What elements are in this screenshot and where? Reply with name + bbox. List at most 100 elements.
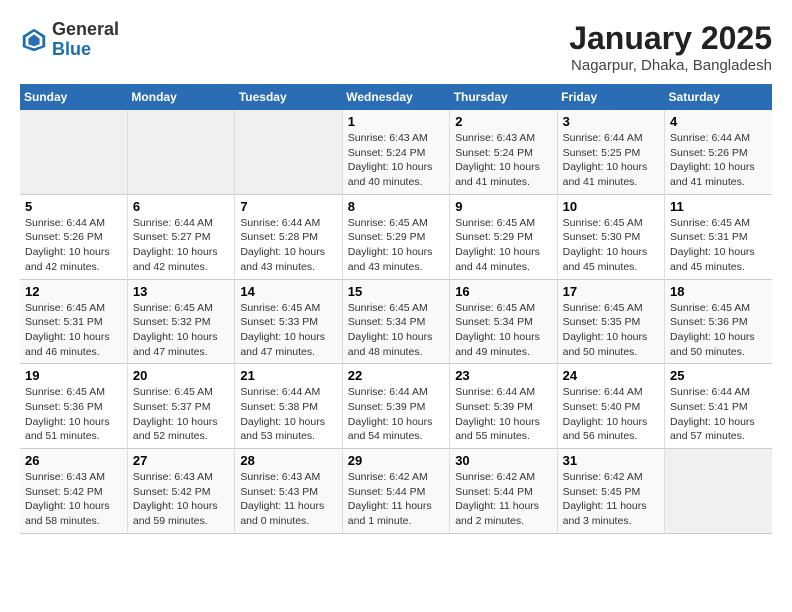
weekday-header-friday: Friday <box>557 84 664 110</box>
calendar-cell: 9 Sunrise: 6:45 AMSunset: 5:29 PMDaylight… <box>450 194 557 279</box>
weekday-header-row: SundayMondayTuesdayWednesdayThursdayFrid… <box>20 84 772 110</box>
day-number: 2 <box>455 114 551 129</box>
cell-content: Sunrise: 6:45 AMSunset: 5:31 PMDaylight:… <box>670 216 767 275</box>
weekday-header-thursday: Thursday <box>450 84 557 110</box>
day-number: 10 <box>563 199 659 214</box>
day-number: 29 <box>348 453 444 468</box>
cell-content: Sunrise: 6:45 AMSunset: 5:34 PMDaylight:… <box>348 301 444 360</box>
logo-icon <box>20 26 48 54</box>
day-number: 26 <box>25 453 122 468</box>
cell-content: Sunrise: 6:45 AMSunset: 5:31 PMDaylight:… <box>25 301 122 360</box>
day-number: 25 <box>670 368 767 383</box>
calendar-cell: 2 Sunrise: 6:43 AMSunset: 5:24 PMDaylight… <box>450 110 557 194</box>
calendar-cell: 13Sunrise: 6:45 AMSunset: 5:32 PMDayligh… <box>127 279 234 364</box>
calendar-cell <box>235 110 342 194</box>
cell-content: Sunrise: 6:44 AMSunset: 5:40 PMDaylight:… <box>563 385 659 444</box>
page-header: General Blue January 2025 Nagarpur, Dhak… <box>20 20 772 74</box>
calendar-week-row: 5 Sunrise: 6:44 AMSunset: 5:26 PMDaylight… <box>20 194 772 279</box>
cell-content: Sunrise: 6:45 AMSunset: 5:32 PMDaylight:… <box>133 301 229 360</box>
cell-content: Sunrise: 6:44 AMSunset: 5:41 PMDaylight:… <box>670 385 767 444</box>
cell-content: Sunrise: 6:44 AMSunset: 5:26 PMDaylight:… <box>25 216 122 275</box>
weekday-header-tuesday: Tuesday <box>235 84 342 110</box>
calendar-cell: 31Sunrise: 6:42 AMSunset: 5:45 PMDayligh… <box>557 449 664 534</box>
calendar-cell <box>20 110 127 194</box>
cell-content: Sunrise: 6:42 AMSunset: 5:45 PMDaylight:… <box>563 470 659 529</box>
month-year-title: January 2025 <box>569 20 772 57</box>
calendar-cell: 7 Sunrise: 6:44 AMSunset: 5:28 PMDaylight… <box>235 194 342 279</box>
cell-content: Sunrise: 6:45 AMSunset: 5:35 PMDaylight:… <box>563 301 659 360</box>
day-number: 12 <box>25 284 122 299</box>
cell-content: Sunrise: 6:43 AMSunset: 5:42 PMDaylight:… <box>133 470 229 529</box>
day-number: 8 <box>348 199 444 214</box>
calendar-cell: 20Sunrise: 6:45 AMSunset: 5:37 PMDayligh… <box>127 364 234 449</box>
day-number: 16 <box>455 284 551 299</box>
calendar-cell: 18Sunrise: 6:45 AMSunset: 5:36 PMDayligh… <box>665 279 772 364</box>
calendar-cell: 24 Sunrise: 6:44 AMSunset: 5:40 PMDayligh… <box>557 364 664 449</box>
calendar-cell: 25 Sunrise: 6:44 AMSunset: 5:41 PMDayligh… <box>665 364 772 449</box>
cell-content: Sunrise: 6:45 AMSunset: 5:29 PMDaylight:… <box>455 216 551 275</box>
calendar-cell: 21 Sunrise: 6:44 AMSunset: 5:38 PMDayligh… <box>235 364 342 449</box>
cell-content: Sunrise: 6:43 AMSunset: 5:24 PMDaylight:… <box>455 131 551 190</box>
cell-content: Sunrise: 6:45 AMSunset: 5:33 PMDaylight:… <box>240 301 336 360</box>
calendar-cell: 27Sunrise: 6:43 AMSunset: 5:42 PMDayligh… <box>127 449 234 534</box>
calendar-cell: 29 Sunrise: 6:42 AMSunset: 5:44 PMDayligh… <box>342 449 449 534</box>
calendar-cell: 22Sunrise: 6:44 AMSunset: 5:39 PMDayligh… <box>342 364 449 449</box>
calendar-cell: 16Sunrise: 6:45 AMSunset: 5:34 PMDayligh… <box>450 279 557 364</box>
day-number: 28 <box>240 453 336 468</box>
calendar-cell: 12 Sunrise: 6:45 AMSunset: 5:31 PMDayligh… <box>20 279 127 364</box>
calendar-cell: 19 Sunrise: 6:45 AMSunset: 5:36 PMDayligh… <box>20 364 127 449</box>
cell-content: Sunrise: 6:44 AMSunset: 5:39 PMDaylight:… <box>455 385 551 444</box>
cell-content: Sunrise: 6:44 AMSunset: 5:38 PMDaylight:… <box>240 385 336 444</box>
day-number: 9 <box>455 199 551 214</box>
calendar-cell: 6 Sunrise: 6:44 AMSunset: 5:27 PMDaylight… <box>127 194 234 279</box>
calendar-cell: 14 Sunrise: 6:45 AMSunset: 5:33 PMDayligh… <box>235 279 342 364</box>
calendar-cell: 4 Sunrise: 6:44 AMSunset: 5:26 PMDaylight… <box>665 110 772 194</box>
day-number: 20 <box>133 368 229 383</box>
calendar-cell: 23Sunrise: 6:44 AMSunset: 5:39 PMDayligh… <box>450 364 557 449</box>
weekday-header-sunday: Sunday <box>20 84 127 110</box>
weekday-header-saturday: Saturday <box>665 84 772 110</box>
cell-content: Sunrise: 6:45 AMSunset: 5:29 PMDaylight:… <box>348 216 444 275</box>
calendar-cell: 8 Sunrise: 6:45 AMSunset: 5:29 PMDaylight… <box>342 194 449 279</box>
day-number: 6 <box>133 199 229 214</box>
calendar-cell: 3Sunrise: 6:44 AMSunset: 5:25 PMDaylight… <box>557 110 664 194</box>
weekday-header-monday: Monday <box>127 84 234 110</box>
cell-content: Sunrise: 6:45 AMSunset: 5:36 PMDaylight:… <box>25 385 122 444</box>
calendar-cell <box>127 110 234 194</box>
cell-content: Sunrise: 6:44 AMSunset: 5:27 PMDaylight:… <box>133 216 229 275</box>
logo: General Blue <box>20 20 119 60</box>
day-number: 15 <box>348 284 444 299</box>
day-number: 21 <box>240 368 336 383</box>
day-number: 7 <box>240 199 336 214</box>
day-number: 14 <box>240 284 336 299</box>
title-block: January 2025 Nagarpur, Dhaka, Bangladesh <box>569 20 772 74</box>
calendar-cell: 30 Sunrise: 6:42 AMSunset: 5:44 PMDayligh… <box>450 449 557 534</box>
day-number: 3 <box>563 114 659 129</box>
calendar-cell: 15 Sunrise: 6:45 AMSunset: 5:34 PMDayligh… <box>342 279 449 364</box>
cell-content: Sunrise: 6:43 AMSunset: 5:24 PMDaylight:… <box>348 131 444 190</box>
day-number: 19 <box>25 368 122 383</box>
cell-content: Sunrise: 6:44 AMSunset: 5:26 PMDaylight:… <box>670 131 767 190</box>
day-number: 1 <box>348 114 444 129</box>
location-subtitle: Nagarpur, Dhaka, Bangladesh <box>569 57 772 74</box>
day-number: 4 <box>670 114 767 129</box>
calendar-cell: 28 Sunrise: 6:43 AMSunset: 5:43 PMDayligh… <box>235 449 342 534</box>
calendar-week-row: 1 Sunrise: 6:43 AMSunset: 5:24 PMDaylight… <box>20 110 772 194</box>
day-number: 5 <box>25 199 122 214</box>
calendar-cell: 17 Sunrise: 6:45 AMSunset: 5:35 PMDayligh… <box>557 279 664 364</box>
calendar-cell: 1 Sunrise: 6:43 AMSunset: 5:24 PMDaylight… <box>342 110 449 194</box>
day-number: 24 <box>563 368 659 383</box>
cell-content: Sunrise: 6:43 AMSunset: 5:43 PMDaylight:… <box>240 470 336 529</box>
day-number: 30 <box>455 453 551 468</box>
calendar-week-row: 12 Sunrise: 6:45 AMSunset: 5:31 PMDayligh… <box>20 279 772 364</box>
logo-blue-text: Blue <box>52 39 91 59</box>
weekday-header-wednesday: Wednesday <box>342 84 449 110</box>
cell-content: Sunrise: 6:42 AMSunset: 5:44 PMDaylight:… <box>455 470 551 529</box>
calendar-week-row: 19 Sunrise: 6:45 AMSunset: 5:36 PMDayligh… <box>20 364 772 449</box>
cell-content: Sunrise: 6:42 AMSunset: 5:44 PMDaylight:… <box>348 470 444 529</box>
cell-content: Sunrise: 6:44 AMSunset: 5:28 PMDaylight:… <box>240 216 336 275</box>
cell-content: Sunrise: 6:45 AMSunset: 5:30 PMDaylight:… <box>563 216 659 275</box>
calendar-cell: 11Sunrise: 6:45 AMSunset: 5:31 PMDayligh… <box>665 194 772 279</box>
day-number: 17 <box>563 284 659 299</box>
day-number: 22 <box>348 368 444 383</box>
